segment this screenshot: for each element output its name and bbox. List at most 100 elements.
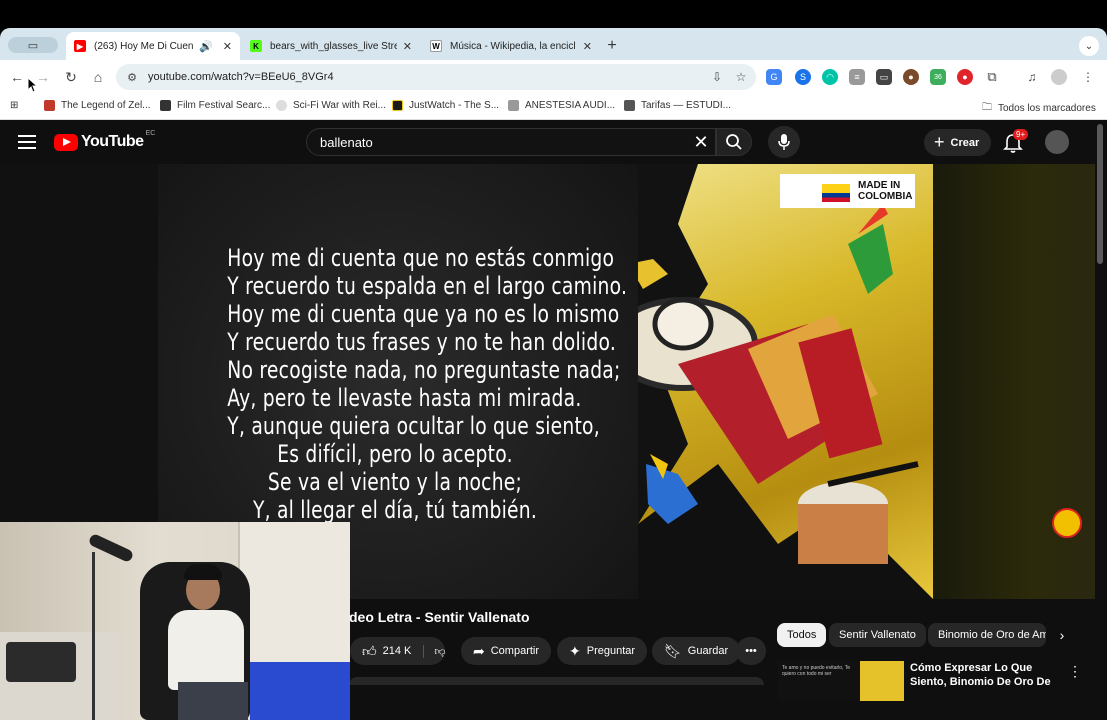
save-button[interactable]: 🔖︎ Guardar bbox=[652, 637, 741, 665]
menu-icon[interactable] bbox=[18, 133, 36, 151]
more-vert-icon[interactable]: ⋮ bbox=[1080, 69, 1096, 85]
bookmark-item[interactable]: JustWatch - The S... bbox=[392, 100, 499, 111]
bookmark-favicon-icon bbox=[44, 100, 55, 111]
description-box[interactable] bbox=[349, 677, 764, 685]
bookmark-favicon-icon bbox=[160, 100, 171, 111]
speaker-icon[interactable]: 🔊 bbox=[199, 40, 213, 53]
extension-icon[interactable]: ◠ bbox=[822, 69, 838, 85]
lyric-line: Ay, pero te llevaste hasta mi mirada. bbox=[227, 384, 582, 412]
bookmark-star-icon[interactable]: ☆ bbox=[732, 68, 750, 86]
apps-icon[interactable]: ⊞ bbox=[10, 100, 18, 111]
artwork-gold-panel bbox=[608, 164, 933, 599]
page-scrollbar[interactable] bbox=[1095, 120, 1107, 720]
chip-label: Todos bbox=[787, 629, 817, 641]
install-icon[interactable]: ⇩ bbox=[708, 68, 726, 86]
url-text[interactable]: youtube.com/watch?v=BEeU6_8VGr4 bbox=[148, 71, 708, 83]
bookmark-label: Sci-Fi War with Rei... bbox=[293, 100, 386, 111]
address-bar[interactable]: ⚙ youtube.com/watch?v=BEeU6_8VGr4 ⇩ ☆ bbox=[116, 64, 756, 90]
extension-icon[interactable]: 36 bbox=[930, 69, 946, 85]
profile-avatar-icon[interactable] bbox=[1051, 69, 1067, 85]
lyric-line: Hoy me di cuenta que ya no es lo mismo bbox=[227, 300, 620, 328]
logo-text: YouTube bbox=[81, 133, 144, 150]
more-actions-button[interactable]: ••• bbox=[736, 637, 766, 665]
extension-icon[interactable]: ≡ bbox=[849, 69, 865, 85]
mouse-cursor-icon bbox=[28, 78, 38, 92]
channel-watermark-icon[interactable] bbox=[1052, 508, 1082, 538]
search-input[interactable]: ballenato ✕ bbox=[306, 128, 716, 156]
more-horiz-icon: ••• bbox=[745, 645, 757, 657]
more-vert-icon[interactable]: ⋮ bbox=[1068, 663, 1082, 680]
like-button[interactable]: 👍︎ 214 K 👎︎ bbox=[350, 637, 446, 665]
chevron-down-icon[interactable]: ⌄ bbox=[1079, 36, 1099, 56]
cookie-extension-icon[interactable]: ● bbox=[903, 69, 919, 85]
ask-button[interactable]: ✦ Preguntar bbox=[557, 637, 648, 665]
voice-search-button[interactable] bbox=[768, 126, 800, 158]
bookmark-item[interactable]: ANESTESIA AUDI... bbox=[508, 100, 615, 111]
lyrics-overlay: Hoy me di cuenta que no estás conmigo Y … bbox=[227, 244, 628, 524]
youtube-icon: ▶ bbox=[74, 40, 86, 52]
puzzle-icon[interactable]: ⧉ bbox=[984, 69, 1000, 85]
chevron-right-icon[interactable]: › bbox=[1052, 623, 1072, 647]
tab-wikipedia[interactable]: W Música - Wikipedia, la encicl ✕ bbox=[422, 32, 600, 60]
lyric-line: Y recuerdo tu espalda en el largo camino… bbox=[227, 272, 628, 300]
wikipedia-icon: W bbox=[430, 40, 442, 52]
bookmark-item[interactable]: The Legend of Zel... bbox=[44, 100, 151, 111]
avatar[interactable] bbox=[1045, 130, 1069, 154]
chip-sentir-vallenato[interactable]: Sentir Vallenato bbox=[829, 623, 926, 647]
tab-kick[interactable]: K bears_with_glasses_live Stre ✕ bbox=[242, 32, 420, 60]
all-bookmarks-folder[interactable]: 🗀 Todos los marcadores bbox=[982, 100, 1096, 117]
recommendation-title[interactable]: Cómo Expresar Lo Que Siento, Binomio De … bbox=[910, 661, 1060, 689]
made-in-label: MADE IN bbox=[858, 180, 901, 191]
home-button[interactable]: ⌂ bbox=[89, 68, 107, 86]
search-button[interactable] bbox=[716, 128, 752, 156]
bookmark-label: Tarifas — ESTUDI... bbox=[641, 100, 732, 111]
lyric-line: Hoy me di cuenta que no estás conmigo bbox=[227, 244, 615, 272]
chip-binomio[interactable]: Binomio de Oro de Am bbox=[928, 623, 1046, 647]
extension-icon[interactable]: S bbox=[795, 69, 811, 85]
close-icon[interactable]: ✕ bbox=[403, 40, 412, 53]
scrollbar-thumb[interactable] bbox=[1097, 124, 1103, 264]
toolbar: ← → ↻ ⌂ ⚙ youtube.com/watch?v=BEeU6_8VGr… bbox=[0, 60, 1107, 94]
person-cap bbox=[184, 564, 222, 580]
bookmark-favicon-icon bbox=[392, 100, 403, 111]
bookmark-label: The Legend of Zel... bbox=[61, 100, 151, 111]
site-info-icon[interactable]: ⚙ bbox=[124, 69, 140, 85]
country-label: COLOMBIA bbox=[858, 191, 913, 202]
back-button[interactable]: ← bbox=[8, 68, 26, 86]
youtube-logo[interactable]: YouTube EC bbox=[54, 130, 155, 151]
translate-extension-icon[interactable]: G bbox=[766, 69, 782, 85]
search-value[interactable]: ballenato bbox=[320, 135, 687, 150]
share-button[interactable]: ➦ Compartir bbox=[461, 637, 552, 665]
ask-label: Preguntar bbox=[586, 645, 636, 657]
lyric-line: No recogiste nada, no preguntaste nada; bbox=[227, 356, 621, 384]
adblock-extension-icon[interactable]: ● bbox=[957, 69, 973, 85]
bookmark-item[interactable]: Sci-Fi War with Rei... bbox=[276, 100, 386, 111]
tab-youtube[interactable]: ▶ (263) Hoy Me Di Cuenta, I 🔊 ✕ bbox=[66, 32, 240, 60]
share-label: Compartir bbox=[490, 645, 540, 657]
close-icon[interactable]: ✕ bbox=[583, 40, 592, 53]
search-icon bbox=[726, 134, 742, 150]
tab-strip: ▭ ▶ (263) Hoy Me Di Cuenta, I 🔊 ✕ K bear… bbox=[0, 28, 1107, 60]
bookmark-item[interactable]: Film Festival Searc... bbox=[160, 100, 270, 111]
notifications-badge: 9+ bbox=[1013, 129, 1029, 140]
video-title: deo Letra - Sentir Vallenato bbox=[349, 609, 530, 625]
folder-icon: 🗀 bbox=[982, 102, 992, 113]
recommendation-thumbnail[interactable]: Te amo y no puedo evitarlo, Te quiero co… bbox=[778, 661, 904, 701]
chip-all[interactable]: Todos bbox=[777, 623, 827, 647]
media-control-icon[interactable]: ♫ bbox=[1024, 69, 1040, 85]
tab-search-button[interactable]: ▭ bbox=[8, 37, 58, 53]
made-in-colombia-badge: MADE IN COLOMBIA bbox=[780, 174, 915, 208]
thumbs-up-icon: 👍︎ bbox=[362, 642, 377, 659]
reload-button[interactable]: ↻ bbox=[62, 68, 80, 86]
close-icon[interactable]: ✕ bbox=[223, 40, 232, 53]
like-count: 214 K bbox=[382, 645, 412, 657]
thumbs-down-icon[interactable]: 👎︎ bbox=[423, 644, 446, 658]
bookmark-label: JustWatch - The S... bbox=[409, 100, 500, 111]
plus-icon: + bbox=[934, 132, 945, 152]
clear-search-icon[interactable]: ✕ bbox=[687, 132, 715, 153]
extension-icon[interactable]: ▭ bbox=[876, 69, 892, 85]
new-tab-button[interactable]: + bbox=[603, 37, 621, 55]
bookmark-item[interactable]: Tarifas — ESTUDI... bbox=[624, 100, 731, 111]
create-button[interactable]: + Crear bbox=[924, 129, 992, 156]
share-icon: ➦ bbox=[473, 642, 485, 659]
